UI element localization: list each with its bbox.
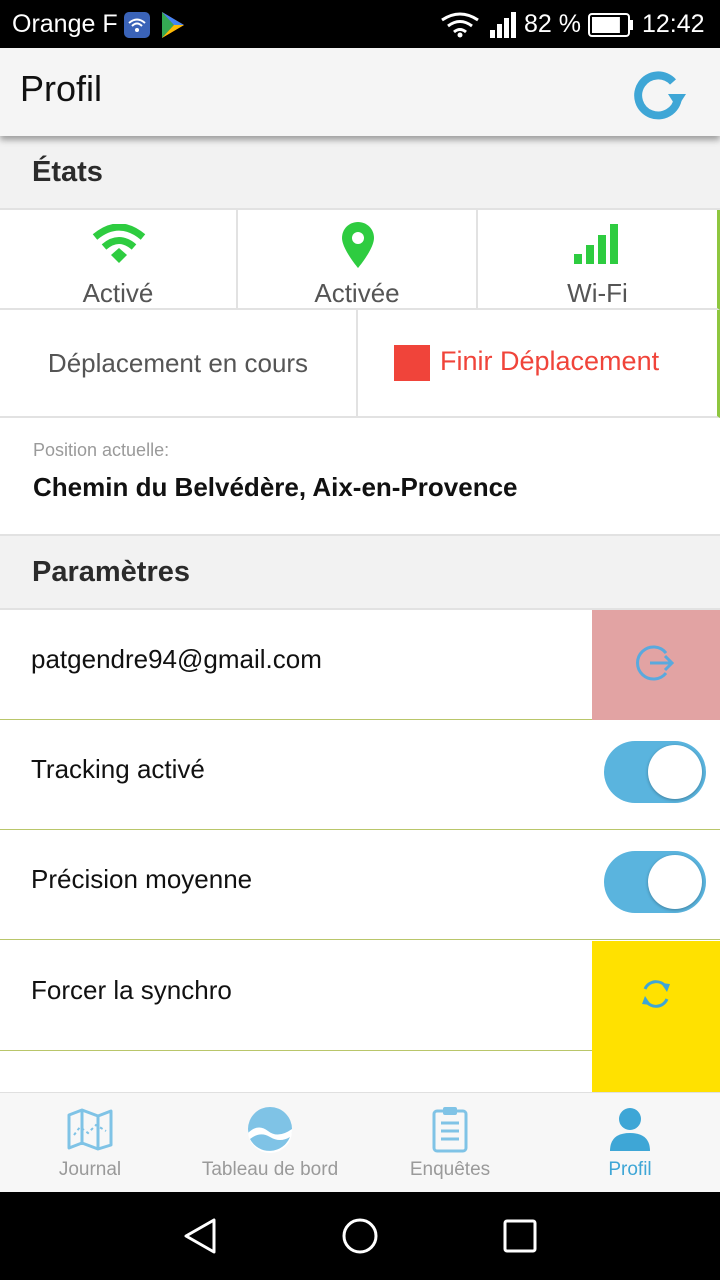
user-icon	[606, 1105, 654, 1153]
state-location: Activée	[238, 210, 478, 310]
position-value: Chemin du Belvédère, Aix-en-Provence	[33, 472, 518, 502]
toggle-knob	[648, 745, 702, 799]
system-nav-bar	[0, 1192, 720, 1280]
signal-icon	[490, 12, 518, 45]
map-icon	[66, 1105, 114, 1153]
dashboard-icon	[246, 1105, 294, 1153]
tab-journal[interactable]: Journal	[0, 1093, 180, 1193]
states-section-header: États	[0, 136, 720, 210]
tab-label: Profil	[608, 1159, 652, 1180]
wifi-icon	[92, 223, 146, 269]
tracking-label: Tracking activé	[31, 754, 205, 784]
state-wifi: Activé	[0, 210, 238, 310]
logout-button[interactable]	[592, 610, 720, 720]
tab-bar: Journal Tableau de bord Enquêtes Profil	[0, 1092, 720, 1192]
battery-percent: 82 %	[524, 10, 581, 38]
tab-surveys[interactable]: Enquêtes	[360, 1093, 540, 1193]
state-network: Wi-Fi	[478, 210, 720, 310]
wifi-icon	[124, 12, 150, 45]
home-icon[interactable]	[336, 1212, 384, 1260]
tab-label: Journal	[58, 1159, 122, 1180]
recents-icon[interactable]	[496, 1212, 544, 1260]
state-location-label: Activée	[314, 278, 400, 308]
states-panel: Activé Activée Wi-Fi Déplacement en cour…	[0, 210, 720, 418]
status-bar: Orange F 82 % 12:42	[0, 0, 720, 48]
finish-trip-label: Finir Déplacement	[440, 346, 660, 376]
tracking-row: Tracking activé	[0, 720, 720, 830]
precision-row: Précision moyenne	[0, 830, 720, 940]
tab-label: Enquêtes	[409, 1159, 491, 1180]
precision-toggle[interactable]	[604, 851, 706, 913]
precision-label: Précision moyenne	[31, 864, 253, 894]
force-sync-button[interactable]	[592, 941, 720, 1053]
carrier-name: Orange F	[12, 10, 118, 38]
tab-label: Tableau de bord	[201, 1159, 339, 1180]
states-title: États	[32, 156, 103, 188]
account-email: patgendre94@gmail.com	[31, 644, 322, 674]
force-sync-label: Forcer la synchro	[31, 975, 232, 1005]
toggle-knob	[648, 855, 702, 909]
wifi-signal-icon	[440, 12, 480, 45]
logout-icon	[636, 643, 676, 688]
clipboard-icon	[426, 1105, 474, 1153]
signal-bars-icon	[574, 224, 620, 269]
position-label: Position actuelle:	[33, 440, 170, 460]
back-icon[interactable]	[176, 1212, 224, 1260]
state-network-label: Wi-Fi	[567, 278, 628, 308]
settings-section-header: Paramètres	[0, 536, 720, 610]
page-title: Profil	[20, 68, 103, 109]
play-store-icon	[160, 11, 186, 46]
clock: 12:42	[642, 10, 705, 38]
settings-title: Paramètres	[32, 556, 190, 588]
refresh-icon[interactable]	[628, 68, 688, 120]
account-row: patgendre94@gmail.com	[0, 610, 720, 720]
location-pin-icon	[342, 222, 374, 273]
force-sync-row: Forcer la synchro	[0, 941, 720, 1053]
tab-dashboard[interactable]: Tableau de bord	[180, 1093, 360, 1193]
sync-icon	[640, 977, 672, 1016]
tab-profile[interactable]: Profil	[540, 1093, 720, 1193]
stop-icon	[394, 345, 430, 381]
trip-status-label: Déplacement en cours	[47, 348, 309, 378]
finish-trip-button[interactable]: Finir Déplacement	[358, 310, 720, 418]
state-wifi-label: Activé	[82, 278, 154, 308]
current-position: Position actuelle: Chemin du Belvédère, …	[0, 420, 720, 536]
battery-icon	[588, 13, 634, 44]
app-bar: Profil	[0, 48, 720, 136]
tracking-toggle[interactable]	[604, 741, 706, 803]
trip-status: Déplacement en cours	[0, 310, 358, 418]
